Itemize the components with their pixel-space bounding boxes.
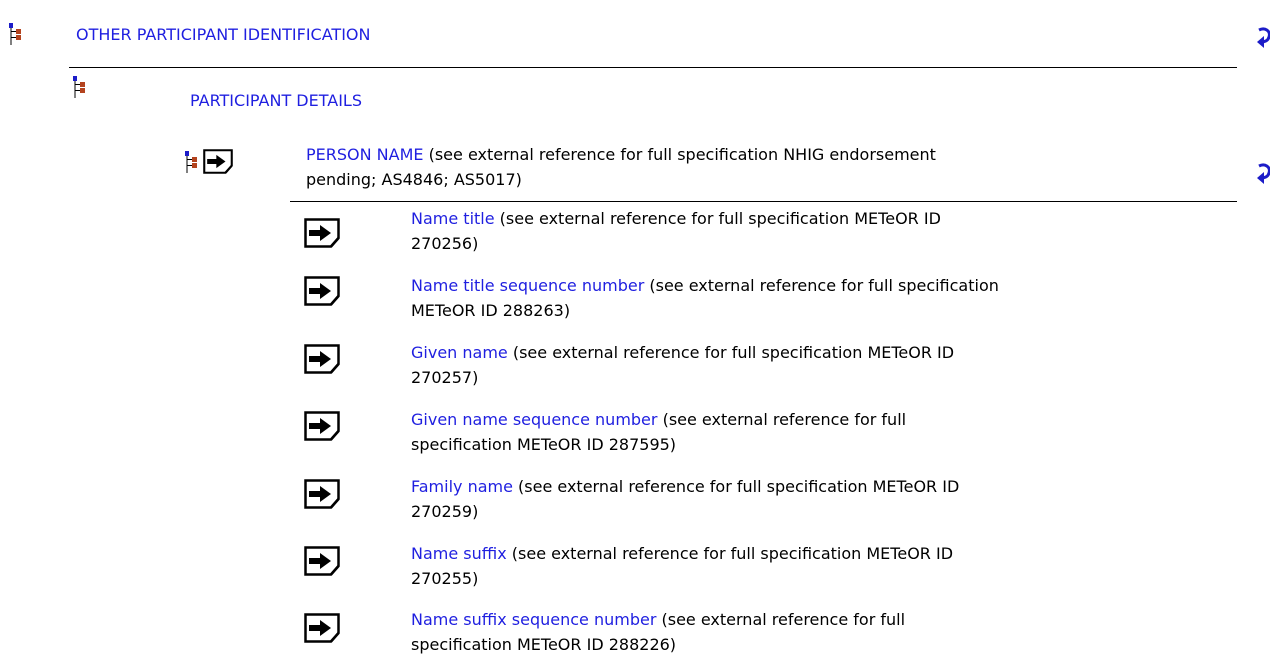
hierarchy-icon [72,75,86,99]
list-item: Name suffix sequence number (see externa… [411,607,905,657]
person-name-link[interactable]: PERSON NAME [306,145,424,164]
list-item: Given name sequence number (see external… [411,407,906,457]
name-suffix-link[interactable]: Name suffix [411,544,507,563]
document-arrow-icon[interactable] [304,479,340,509]
item-description-cont: specification METeOR ID 287595) [411,435,677,454]
section-divider [69,67,1237,68]
other-participant-identification-link[interactable]: OTHER PARTICIPANT IDENTIFICATION [76,22,370,47]
list-item: Given name (see external reference for f… [411,340,954,390]
item-description: (see external reference for full specifi… [644,276,999,295]
document-arrow-icon[interactable] [304,613,340,643]
list-item: Name suffix (see external reference for … [411,541,953,591]
item-description-cont: 270255) [411,569,479,588]
given-name-link[interactable]: Given name [411,343,508,362]
name-title-link[interactable]: Name title [411,209,495,228]
hierarchy-icon [8,22,22,46]
item-description: (see external reference for full specifi… [512,477,960,496]
return-arrow-icon[interactable] [1256,26,1270,50]
given-name-sequence-number-link[interactable]: Given name sequence number [411,410,657,429]
document-arrow-icon[interactable] [203,149,233,174]
hierarchy-icon [184,150,198,174]
item-description-cont: 270257) [411,368,479,387]
item-description: (see external reference for full specifi… [494,209,941,228]
person-name-description: (see external reference for full specifi… [423,145,936,164]
document-arrow-icon[interactable] [304,218,340,248]
document-arrow-icon[interactable] [304,411,340,441]
family-name-link[interactable]: Family name [411,477,513,496]
item-description-cont: specification METeOR ID 288226) [411,635,677,654]
list-item: Name title sequence number (see external… [411,273,999,323]
item-description: (see external reference for full specifi… [507,343,955,362]
name-suffix-sequence-number-link[interactable]: Name suffix sequence number [411,610,656,629]
item-description: (see external reference for full [657,410,907,429]
person-name-description-cont: pending; AS4846; AS5017) [306,170,522,189]
person-name-entry: PERSON NAME (see external reference for … [306,142,936,192]
item-description: (see external reference for full specifi… [506,544,954,563]
list-item: Name title (see external reference for f… [411,206,941,256]
item-description-cont: 270259) [411,502,479,521]
item-description-cont: 270256) [411,234,479,253]
document-arrow-icon[interactable] [304,344,340,374]
participant-details-link[interactable]: PARTICIPANT DETAILS [190,88,362,113]
name-title-sequence-number-link[interactable]: Name title sequence number [411,276,644,295]
return-arrow-icon[interactable] [1256,162,1270,186]
document-arrow-icon[interactable] [304,276,340,306]
section-divider [290,201,1237,202]
list-item: Family name (see external reference for … [411,474,959,524]
item-description: (see external reference for full [656,610,906,629]
document-arrow-icon[interactable] [304,546,340,576]
item-description-cont: METeOR ID 288263) [411,301,571,320]
